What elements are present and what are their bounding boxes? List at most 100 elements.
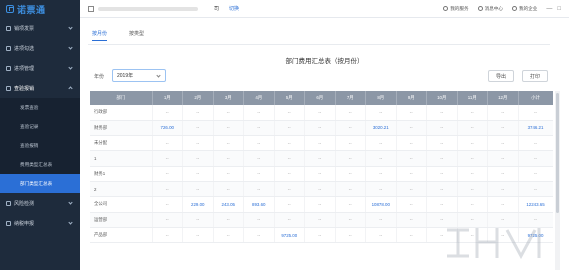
chevron-up-icon	[68, 86, 73, 91]
sidebar-item-verify-reimburse[interactable]: 查验报销	[0, 78, 80, 98]
amount-cell: --	[396, 196, 427, 213]
amount-cell: --	[182, 212, 214, 228]
amount-cell: 3020.21	[365, 120, 397, 137]
table-row: 财务1 -- -- -- -- -- -- -- -- -- -- -- -- --	[90, 166, 553, 182]
sidebar-item-tax-declare[interactable]: 纳税申报	[0, 213, 80, 233]
dept-cell: 1	[90, 150, 153, 167]
top-bar-actions: 我的服务 消息中心 我的企业 — □	[443, 0, 561, 18]
amount-cell: --	[518, 105, 553, 121]
amount-cell: --	[365, 135, 397, 152]
amount-cell: --	[152, 212, 183, 228]
amount-cell: --	[396, 166, 427, 182]
message-center-button[interactable]: 消息中心	[477, 6, 503, 12]
bell-icon	[477, 6, 483, 12]
amount-cell: --	[365, 105, 397, 121]
minimize-button[interactable]: —	[546, 6, 552, 12]
sidebar-subitem-invoice-verify[interactable]: 发票查验	[0, 98, 80, 117]
amount-cell: --	[518, 135, 553, 152]
dept-cell: 未分配	[90, 135, 153, 152]
amount-cell: --	[304, 135, 336, 152]
column-header: 7月	[335, 91, 366, 105]
year-select[interactable]: 2019年	[112, 69, 166, 82]
sidebar-subitem-dept-type-summary[interactable]: 部门类型汇总表	[0, 174, 80, 193]
amount-cell: --	[396, 105, 427, 121]
sidebar-item-input-manage[interactable]: 进项管理	[0, 58, 80, 78]
sidebar-item-label: 纳税申报	[14, 220, 35, 227]
sidebar-subitem-expense-type-summary[interactable]: 费用类型汇总表	[0, 155, 80, 174]
table-row: 全公司 -- 229.00 243.05 893.60 -- -- -- 10878.00 -- -…	[90, 196, 553, 213]
amount-cell: --	[243, 181, 275, 198]
dept-cell: 全公司	[90, 196, 153, 213]
sidebar-item-label: 进项勾选	[14, 45, 35, 52]
column-header: 4月	[243, 91, 275, 105]
amount-cell: --	[213, 120, 244, 137]
amount-cell: 893.60	[243, 196, 275, 213]
table-row: 2 -- -- -- -- -- -- -- -- -- -- -- -- --	[90, 181, 553, 198]
column-header: 10月	[426, 91, 458, 105]
amount-cell: --	[152, 105, 183, 121]
dept-cell: 财务1	[90, 166, 153, 182]
amount-cell: 726.00	[152, 120, 183, 137]
sidebar-item-risk-detect[interactable]: 风险检测	[0, 193, 80, 213]
column-header: 小计	[518, 91, 553, 105]
switch-company-link[interactable]: 切换	[229, 5, 239, 12]
amount-cell: --	[518, 166, 553, 182]
main-content: 按月份 按类型 部门费用汇总表（按月份） 年份 2019年 导出 打印 部门 1月…	[80, 18, 569, 270]
chevron-down-icon	[68, 220, 73, 225]
building-icon	[88, 5, 94, 12]
verify-icon	[6, 85, 11, 91]
my-company-button[interactable]: 我的企业	[511, 6, 538, 12]
column-header: 1月	[152, 91, 183, 105]
tab-by-type[interactable]: 按类型	[129, 30, 144, 41]
my-service-button[interactable]: 我的服务	[443, 6, 469, 12]
tab-bar: 按月份 按类型	[92, 30, 144, 41]
sidebar-item-input-check[interactable]: 进项勾选	[0, 38, 80, 58]
maximize-button[interactable]: □	[557, 6, 561, 12]
tax-icon	[6, 220, 11, 226]
amount-cell: --	[487, 105, 519, 121]
sidebar-subitem-verify-records[interactable]: 查验记录	[0, 117, 80, 136]
tab-by-month[interactable]: 按月份	[92, 30, 108, 41]
folder-icon	[6, 65, 11, 71]
scrollbar-thumb[interactable]	[556, 93, 559, 213]
vertical-scrollbar[interactable]	[555, 91, 560, 270]
shield-icon	[6, 200, 11, 206]
dept-cell: 产品部	[90, 227, 153, 244]
check-icon	[6, 45, 11, 51]
amount-cell: --	[487, 150, 519, 167]
amount-cell: --	[396, 227, 427, 244]
amount-cell: --	[304, 227, 336, 244]
amount-cell: --	[152, 166, 183, 182]
top-bar: 司 切换 我的服务 消息中心 我的企业 — □	[80, 0, 569, 18]
my-company-label: 我的企业	[518, 6, 538, 11]
amount-cell: --	[365, 150, 397, 167]
sidebar-item-sales-invoice[interactable]: 销项发票	[0, 18, 80, 38]
amount-cell: --	[274, 105, 305, 121]
amount-cell: --	[426, 105, 458, 121]
column-header: 5月	[274, 91, 305, 105]
amount-cell: --	[487, 196, 519, 213]
logo-icon	[6, 5, 14, 13]
amount-cell: --	[213, 181, 244, 198]
sidebar-item-label: 进项管理	[14, 65, 35, 72]
sidebar-item-label: 销项发票	[14, 25, 35, 32]
user-icon	[511, 6, 517, 12]
amount-cell: --	[457, 135, 488, 152]
amount-cell: --	[396, 135, 427, 152]
amount-cell: --	[243, 150, 275, 167]
amount-cell: --	[304, 196, 336, 213]
sidebar-subitem-verify-reimburse[interactable]: 查验报销	[0, 136, 80, 155]
amount-cell: --	[487, 166, 519, 182]
amount-cell: --	[152, 135, 183, 152]
amount-cell: --	[182, 181, 214, 198]
print-button[interactable]: 打印	[522, 70, 548, 82]
amount-cell: --	[457, 196, 488, 213]
amount-cell: --	[487, 181, 519, 198]
amount-cell: --	[304, 181, 336, 198]
year-select-value: 2019年	[117, 73, 134, 79]
app-logo[interactable]: 诺票通	[0, 0, 80, 18]
amount-cell: --	[213, 150, 244, 167]
export-button[interactable]: 导出	[488, 70, 514, 82]
amount-cell: --	[335, 166, 366, 182]
amount-cell: 12243.65	[518, 196, 553, 213]
